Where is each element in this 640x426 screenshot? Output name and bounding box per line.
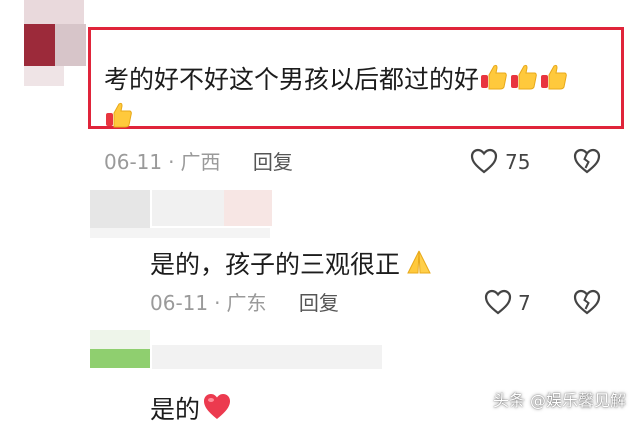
blurred-avatar: [90, 190, 150, 228]
meta-separator: ·: [168, 150, 175, 174]
thumbs-up-icon: [479, 62, 509, 92]
comment-text: 考的好不好这个男孩以后都过的好: [104, 62, 569, 92]
comment-text: 是的，孩子的三观很正: [150, 247, 434, 277]
heart-outline-icon: [484, 289, 512, 315]
thumbs-up-icon: [509, 62, 539, 92]
broken-heart-icon: [573, 148, 601, 174]
broken-heart-icon: [573, 289, 601, 315]
watermark: 头条 @娱乐馨见解: [492, 391, 626, 410]
like-count: 75: [505, 150, 531, 174]
comment-meta: 06-11 · 广东 回复: [150, 293, 339, 313]
blurred-username: [152, 190, 272, 226]
blurred-username: [24, 24, 86, 66]
comment-text: 是的: [150, 392, 232, 422]
praying-hands-icon: [404, 247, 434, 277]
heart-outline-icon: [470, 148, 498, 174]
blurred-username-tail: [90, 228, 270, 238]
thumbs-up-icon: [539, 62, 569, 92]
thumbs-up-icon: [104, 100, 134, 130]
comment-body: 是的，孩子的三观很正: [150, 250, 401, 279]
red-heart-icon: [202, 392, 232, 422]
like-button[interactable]: [484, 289, 512, 319]
comment-date: 06-11: [150, 291, 209, 315]
blurred-username-tail: [24, 66, 64, 86]
comment-location: 广东: [226, 291, 267, 315]
comment-date: 06-11: [104, 150, 163, 174]
blurred-avatar: [24, 0, 84, 24]
reply-button[interactable]: 回复: [253, 150, 293, 174]
thumbs-up-icon-row2: [104, 100, 134, 130]
like-count: 7: [518, 291, 531, 315]
reply-button[interactable]: 回复: [299, 291, 339, 315]
dislike-button[interactable]: [573, 148, 601, 178]
comment-body: 是的: [150, 395, 201, 424]
comment-location: 广西: [180, 150, 221, 174]
like-button[interactable]: [470, 148, 498, 178]
meta-separator: ·: [214, 291, 221, 315]
blurred-username: [152, 345, 382, 369]
comment-meta: 06-11 · 广西 回复: [104, 152, 293, 172]
blurred-avatar: [90, 330, 150, 368]
comment-body: 考的好不好这个男孩以后都过的好: [104, 65, 480, 94]
dislike-button[interactable]: [573, 289, 601, 319]
